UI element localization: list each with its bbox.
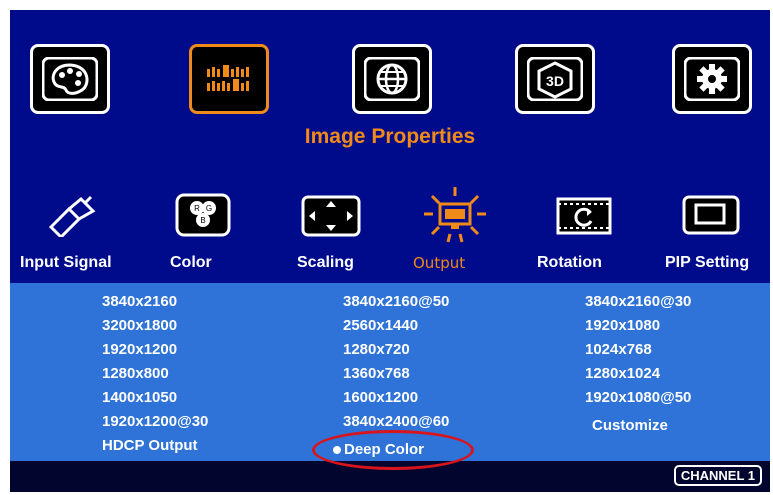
option-1024x768[interactable]: 1024x768 [585, 341, 652, 358]
option-1920x1080-50[interactable]: 1920x1080@50 [585, 389, 691, 406]
svg-text:G: G [206, 204, 212, 213]
option-1400x1050[interactable]: 1400x1050 [102, 389, 177, 406]
menu-title: Image Properties [304, 125, 476, 148]
option-3840x2160-30[interactable]: 3840x2160@30 [585, 293, 691, 310]
image-properties-icon [207, 65, 249, 91]
settings-gear-icon-button[interactable] [672, 44, 752, 114]
color-icon[interactable]: R G B [170, 186, 236, 244]
svg-text:R: R [194, 204, 200, 213]
submenu-rotation[interactable]: Rotation [537, 254, 602, 272]
option-1920x1200[interactable]: 1920x1200 [102, 341, 177, 358]
svg-text:3D: 3D [546, 73, 564, 89]
option-3840x2160-50[interactable]: 3840x2160@50 [343, 293, 449, 310]
submenu-input-signal[interactable]: Input Signal [20, 254, 112, 272]
rotation-icon[interactable] [551, 186, 617, 244]
input-signal-icon[interactable] [38, 186, 104, 244]
output-icon[interactable] [422, 186, 488, 244]
option-3200x1800[interactable]: 3200x1800 [102, 317, 177, 334]
option-customize[interactable]: Customize [592, 417, 668, 434]
pip-icon[interactable] [678, 186, 744, 244]
3d-icon-button[interactable]: 3D [515, 44, 595, 114]
option-1280x1024[interactable]: 1280x1024 [585, 365, 660, 382]
submenu-pip-setting[interactable]: PIP Setting [665, 254, 749, 272]
palette-icon-button[interactable] [30, 44, 110, 114]
option-3840x2400-60[interactable]: 3840x2400@60 [343, 413, 449, 430]
option-1600x1200[interactable]: 1600x1200 [343, 389, 418, 406]
3d-icon: 3D [527, 57, 583, 101]
globe-icon-button[interactable] [352, 44, 432, 114]
channel-badge: CHANNEL 1 [673, 465, 762, 486]
image-properties-icon-button[interactable] [189, 44, 269, 114]
scaling-icon[interactable] [298, 186, 364, 244]
option-3840x2160[interactable]: 3840x2160 [102, 293, 177, 310]
submenu-scaling[interactable]: Scaling [297, 254, 354, 272]
option-1920x1080[interactable]: 1920x1080 [585, 317, 660, 334]
settings-gear-icon [684, 57, 740, 101]
osd-screen: 3D Image Properties R G B Input Signal C… [10, 10, 770, 492]
option-1920x1200-30[interactable]: 1920x1200@30 [102, 413, 208, 430]
option-hdcp-output[interactable]: HDCP Output [102, 437, 198, 454]
palette-icon [42, 57, 98, 101]
option-1280x800[interactable]: 1280x800 [102, 365, 169, 382]
svg-text:B: B [200, 216, 205, 225]
globe-icon [364, 57, 420, 101]
option-1280x720[interactable]: 1280x720 [343, 341, 410, 358]
highlight-ellipse [312, 430, 474, 470]
submenu-output[interactable]: Output [413, 254, 465, 272]
option-1360x768[interactable]: 1360x768 [343, 365, 410, 382]
option-2560x1440[interactable]: 2560x1440 [343, 317, 418, 334]
submenu-color[interactable]: Color [170, 254, 212, 272]
